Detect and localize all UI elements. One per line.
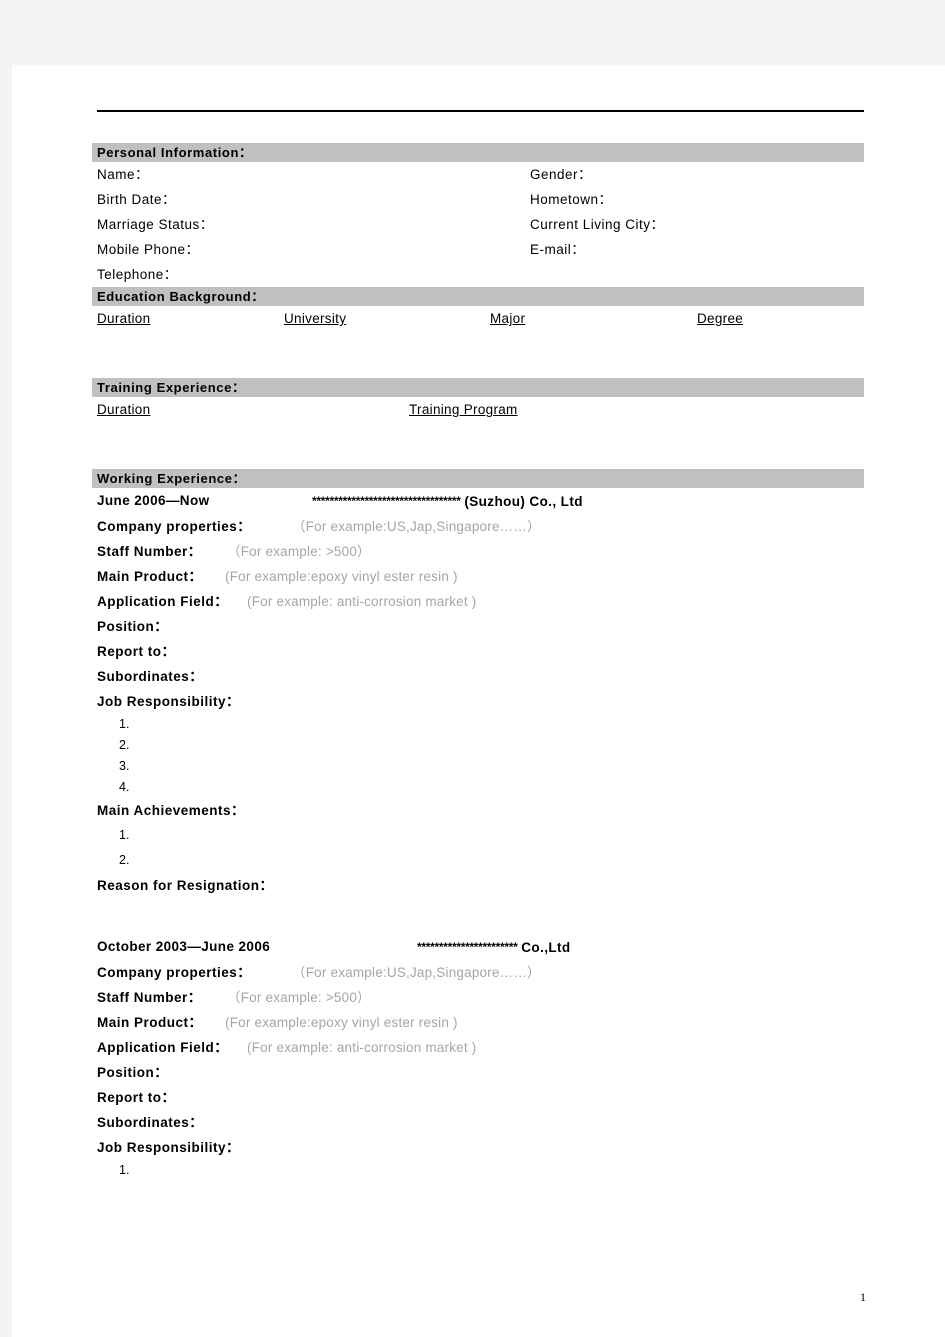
list-item: 1. [119,717,130,731]
field-label: Application Field： [97,1040,229,1055]
job-field-application-field: Application Field： (For example: anti-co… [92,589,864,614]
job-field-main-product: Main Product： (For example:epoxy vinyl e… [92,1010,864,1035]
field-label-mobile-phone: Mobile Phone： [97,242,200,257]
job-field-subordinates: Subordinates： [92,1110,864,1135]
job-field-subordinates: Subordinates： [92,664,864,689]
document-content: Personal Information： Name： Gender： Birt… [92,143,864,1181]
education-col-major: Major [490,311,526,326]
field-label-birth-date: Birth Date： [97,192,177,207]
company-name-mask: ********************************** [312,494,461,508]
list-item: 3. [119,759,130,773]
field-placeholder: （For example: >500） [227,990,371,1005]
field-label: Job Responsibility： [97,1140,241,1155]
list-item: 1. [119,1163,130,1177]
document-page: Personal Information： Name： Gender： Birt… [12,65,945,1337]
company-name-suffix: (Suzhou) Co., Ltd [464,494,583,509]
training-col-program: Training Program [409,402,518,417]
field-label: Position： [97,1065,169,1080]
job-field-staff-number: Staff Number： （For example: >500） [92,985,864,1010]
section-header-personal-information: Personal Information： [92,143,864,162]
field-placeholder: (For example:epoxy vinyl ester resin ) [225,1015,458,1030]
list-item: 2. [119,853,130,867]
education-col-university: University [284,311,347,326]
company-name-mask: *********************** [417,940,518,954]
field-label: Job Responsibility： [97,694,241,709]
personal-info-row: Mobile Phone： E-mail： [92,237,864,262]
field-placeholder: （For example: >500） [227,544,371,559]
education-col-degree: Degree [697,311,744,326]
job-field-report-to: Report to： [92,639,864,664]
job-company-name: *********************** Co.,Ltd [417,934,571,961]
field-label-gender: Gender： [530,167,593,182]
field-label: Company properties： [97,519,252,534]
field-label: Report to： [97,1090,176,1105]
field-label: Subordinates： [97,669,204,684]
field-placeholder: （For example:US,Jap,Singapore……） [292,519,541,534]
field-placeholder: （For example:US,Jap,Singapore……） [292,965,541,980]
job-field-job-responsibility: Job Responsibility： [92,689,864,714]
field-label-telephone: Telephone： [97,267,178,282]
job-field-company-properties: Company properties： （For example:US,Jap,… [92,514,864,539]
education-column-headers: Duration University Major Degree [92,306,864,332]
field-label-name: Name： [97,167,150,182]
field-label-hometown: Hometown： [530,192,613,207]
training-column-headers: Duration Training Program [92,397,864,423]
field-label: Company properties： [97,965,252,980]
list-item: 4. [119,780,130,794]
page-number: 1 [860,1290,866,1304]
job-field-position: Position： [92,1060,864,1085]
education-entry-space [92,332,864,378]
field-placeholder: (For example: anti-corrosion market ) [247,1040,477,1055]
personal-info-row: Telephone： [92,262,864,287]
field-label: Staff Number： [97,544,202,559]
field-label-marriage-status: Marriage Status： [97,217,214,232]
job-field-report-to: Report to： [92,1085,864,1110]
job-entry-header: October 2003—June 2006 *****************… [92,934,864,960]
field-label-current-living-city: Current Living City： [530,217,665,232]
header-rule [97,110,864,112]
field-label: Subordinates： [97,1115,204,1130]
job-field-main-product: Main Product： (For example:epoxy vinyl e… [92,564,864,589]
job-company-name: ********************************** (Suzh… [312,488,583,515]
field-placeholder: (For example: anti-corrosion market ) [247,594,477,609]
field-label-email: E-mail： [530,242,586,257]
field-label: Position： [97,619,169,634]
personal-info-row: Birth Date： Hometown： [92,187,864,212]
section-header-working-experience: Working Experience： [92,469,864,488]
job-field-company-properties: Company properties： （For example:US,Jap,… [92,960,864,985]
job-field-job-responsibility: Job Responsibility： [92,1135,864,1160]
education-col-duration: Duration [97,311,151,326]
section-header-education-background: Education Background： [92,287,864,306]
field-label: Report to： [97,644,176,659]
training-col-duration: Duration [97,402,151,417]
field-label: Main Product： [97,569,203,584]
list-item: 1. [119,828,130,842]
personal-info-row: Name： Gender： [92,162,864,187]
job-field-staff-number: Staff Number： （For example: >500） [92,539,864,564]
field-placeholder: (For example:epoxy vinyl ester resin ) [225,569,458,584]
job-field-main-achievements: Main Achievements： [92,798,864,823]
section-header-training-experience: Training Experience： [92,378,864,397]
job-duration: October 2003—June 2006 [97,939,271,954]
field-label: Staff Number： [97,990,202,1005]
job-field-reason-for-resignation: Reason for Resignation： [92,873,864,898]
field-label: Main Achievements： [97,803,246,818]
field-label: Main Product： [97,1015,203,1030]
job-duration: June 2006—Now [97,493,210,508]
personal-info-row: Marriage Status： Current Living City： [92,212,864,237]
field-label: Application Field： [97,594,229,609]
company-name-suffix: Co.,Ltd [521,940,571,955]
job-field-position: Position： [92,614,864,639]
job-separator-space [92,898,864,934]
list-item: 2. [119,738,130,752]
job-field-application-field: Application Field： (For example: anti-co… [92,1035,864,1060]
field-label: Reason for Resignation： [97,878,274,893]
job-entry-header: June 2006—Now **************************… [92,488,864,514]
training-entry-space [92,423,864,469]
